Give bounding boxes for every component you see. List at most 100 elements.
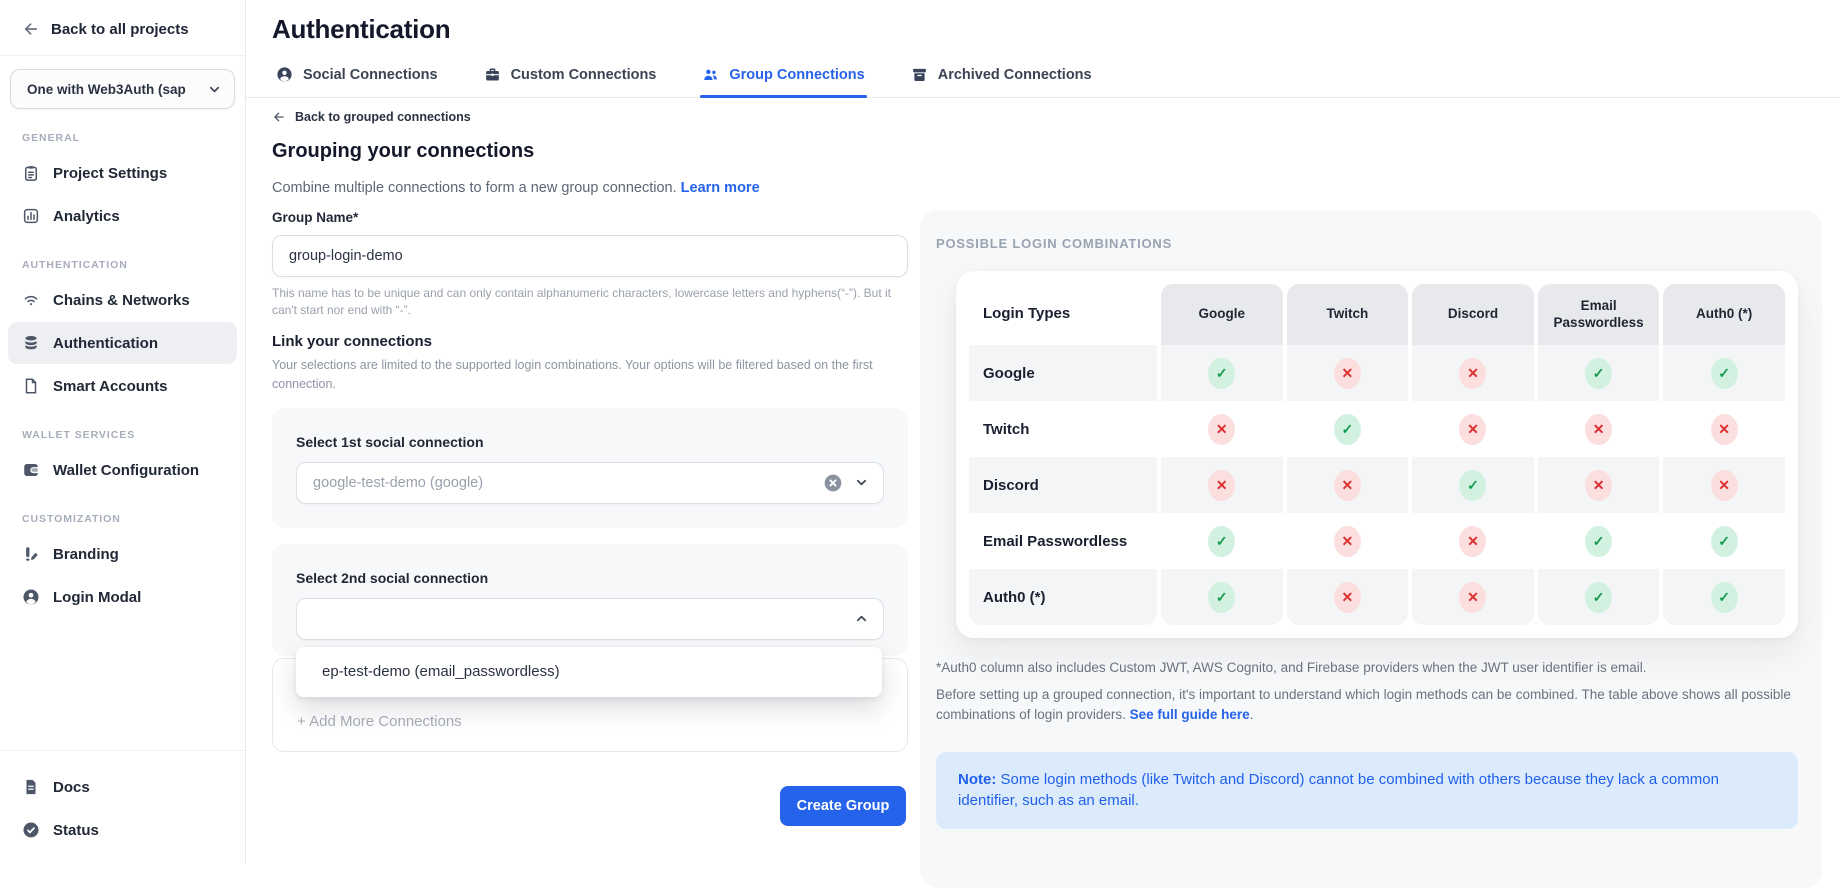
- tab-bar: Social Connections Custom Connections Grou…: [246, 66, 1840, 98]
- clipboard-icon: [22, 164, 40, 182]
- back-to-grouped-connections-link[interactable]: Back to grouped connections: [272, 110, 908, 124]
- tab-archived-connections[interactable]: Archived Connections: [911, 66, 1092, 97]
- cross-icon: ✕: [1208, 414, 1235, 445]
- tab-label: Group Connections: [729, 67, 864, 83]
- sidebar-item-label: Authentication: [53, 335, 158, 352]
- sidebar-section-label-general: GENERAL: [0, 111, 245, 151]
- sidebar: Back to all projects One with Web3Auth (…: [0, 0, 246, 864]
- tab-label: Social Connections: [303, 67, 438, 83]
- sidebar-item-wallet-configuration[interactable]: Wallet Configuration: [8, 449, 237, 491]
- learn-more-link[interactable]: Learn more: [681, 180, 760, 196]
- check-icon: ✓: [1208, 358, 1235, 389]
- combinations-description: Before setting up a grouped connection, …: [936, 685, 1796, 726]
- chevron-down-icon[interactable]: [854, 475, 869, 490]
- combination-cell-twitch-auth0: ✕: [1663, 401, 1785, 457]
- cross-icon: ✕: [1585, 470, 1612, 501]
- combination-cell-google-auth0: ✓: [1663, 345, 1785, 401]
- column-header-google: Google: [1161, 284, 1283, 345]
- sidebar-item-label: Branding: [53, 546, 119, 563]
- column-header-twitch: Twitch: [1287, 284, 1409, 345]
- combinations-column-google: Google✓✕✕✓✓: [1161, 284, 1283, 625]
- project-selector-value: One with Web3Auth (sap: [27, 82, 186, 97]
- combination-cell-google-twitch: ✕: [1287, 345, 1409, 401]
- first-connection-select[interactable]: google-test-demo (google): [296, 462, 884, 504]
- project-selector[interactable]: One with Web3Auth (sap: [10, 69, 235, 109]
- sidebar-item-label: Smart Accounts: [53, 378, 167, 395]
- first-connection-card: Select 1st social connection google-test…: [272, 408, 908, 528]
- combination-cell-discord-twitch: ✕: [1287, 457, 1409, 513]
- login-combinations-panel: POSSIBLE LOGIN COMBINATIONS Login TypesG…: [920, 210, 1822, 888]
- group-name-input[interactable]: group-login-demo: [272, 235, 908, 277]
- doc-icon: [22, 778, 40, 796]
- tab-label: Archived Connections: [938, 67, 1092, 83]
- sidebar-item-label: Login Modal: [53, 589, 141, 606]
- combination-cell-auth0-email-passwordless: ✓: [1538, 569, 1660, 625]
- check-icon: ✓: [1334, 414, 1361, 445]
- clear-selection-icon[interactable]: [823, 473, 843, 493]
- group-name-value: group-login-demo: [289, 248, 403, 264]
- sidebar-item-label: Chains & Networks: [53, 292, 190, 309]
- arrow-left-icon: [272, 110, 286, 124]
- second-connection-select[interactable]: [296, 598, 884, 640]
- tab-label: Custom Connections: [511, 67, 657, 83]
- combinations-table: Login TypesGoogleTwitchDiscordEmail Pass…: [969, 284, 1785, 625]
- check-icon: ✓: [1585, 358, 1612, 389]
- chevron-down-icon: [207, 82, 222, 97]
- archive-icon: [911, 66, 928, 83]
- sidebar-item-branding[interactable]: Branding: [8, 533, 237, 575]
- second-connection-card: Select 2nd social connection: [272, 544, 908, 656]
- first-connection-label: Select 1st social connection: [296, 434, 884, 450]
- sidebar-item-label: Status: [53, 822, 99, 839]
- connection-dropdown-option[interactable]: ep-test-demo (email_passwordless): [296, 647, 882, 697]
- cross-icon: ✕: [1334, 526, 1361, 557]
- cross-icon: ✕: [1459, 358, 1486, 389]
- sidebar-item-label: Project Settings: [53, 165, 167, 182]
- sidebar-item-project-settings[interactable]: Project Settings: [8, 152, 237, 194]
- cross-icon: ✕: [1459, 526, 1486, 557]
- sidebar-item-status[interactable]: Status: [8, 809, 237, 851]
- tab-group-connections[interactable]: Group Connections: [702, 66, 864, 97]
- wifi-icon: [22, 291, 40, 309]
- column-header-login-types: Login Types: [969, 284, 1157, 345]
- back-to-projects-link[interactable]: Back to all projects: [0, 0, 245, 55]
- row-label-email-passwordless: Email Passwordless: [969, 513, 1157, 569]
- chevron-up-icon[interactable]: [854, 611, 869, 626]
- document-icon: [22, 377, 40, 395]
- users-group-icon: [702, 66, 719, 83]
- user-circle-icon: [276, 66, 293, 83]
- page-title: Authentication: [272, 14, 1840, 45]
- sidebar-item-docs[interactable]: Docs: [8, 766, 237, 808]
- tab-social-connections[interactable]: Social Connections: [276, 66, 438, 97]
- cross-icon: ✕: [1334, 470, 1361, 501]
- cross-icon: ✕: [1208, 470, 1235, 501]
- column-header-discord: Discord: [1412, 284, 1534, 345]
- bar-chart-icon: [22, 207, 40, 225]
- combination-cell-discord-discord: ✓: [1412, 457, 1534, 513]
- row-label-auth0: Auth0 (*): [969, 569, 1157, 625]
- combinations-column-twitch: Twitch✕✓✕✕✕: [1287, 284, 1409, 625]
- row-label-twitch: Twitch: [969, 401, 1157, 457]
- create-group-button[interactable]: Create Group: [780, 786, 906, 826]
- combination-cell-email-passwordless-google: ✓: [1161, 513, 1283, 569]
- sidebar-item-chains-networks[interactable]: Chains & Networks: [8, 279, 237, 321]
- tab-custom-connections[interactable]: Custom Connections: [484, 66, 657, 97]
- combination-cell-auth0-discord: ✕: [1412, 569, 1534, 625]
- check-icon: ✓: [1585, 582, 1612, 613]
- database-icon: [22, 334, 40, 352]
- briefcase-icon: [484, 66, 501, 83]
- combinations-panel-title: POSSIBLE LOGIN COMBINATIONS: [936, 236, 1798, 251]
- full-guide-link[interactable]: See full guide here: [1130, 707, 1250, 722]
- sidebar-section-label-wallet-services: WALLET SERVICES: [0, 408, 245, 448]
- group-connection-form: Back to grouped connections Grouping you…: [272, 110, 908, 826]
- sidebar-item-smart-accounts[interactable]: Smart Accounts: [8, 365, 237, 407]
- combination-cell-auth0-auth0: ✓: [1663, 569, 1785, 625]
- sidebar-item-login-modal[interactable]: Login Modal: [8, 576, 237, 618]
- combination-cell-email-passwordless-discord: ✕: [1412, 513, 1534, 569]
- check-icon: ✓: [1208, 526, 1235, 557]
- group-name-label: Group Name*: [272, 210, 908, 225]
- sidebar-item-authentication[interactable]: Authentication: [8, 322, 237, 364]
- combination-cell-twitch-twitch: ✓: [1287, 401, 1409, 457]
- link-connections-description: Your selections are limited to the suppo…: [272, 356, 908, 394]
- combinations-column-login-types: Login TypesGoogleTwitchDiscordEmail Pass…: [969, 284, 1157, 625]
- sidebar-item-analytics[interactable]: Analytics: [8, 195, 237, 237]
